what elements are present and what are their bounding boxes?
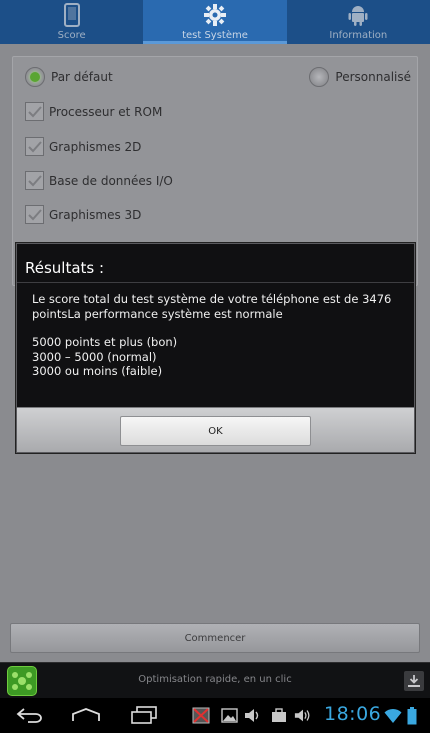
range-good: 5000 points et plus (bon) <box>32 335 178 349</box>
tab-label: Information <box>329 30 388 41</box>
app-logo-icon <box>7 666 37 696</box>
radio-default[interactable]: Par défaut <box>25 67 113 87</box>
ok-button[interactable]: OK <box>120 416 311 446</box>
briefcase-icon[interactable] <box>270 707 288 724</box>
recent-apps-icon[interactable] <box>126 702 162 728</box>
check-graphics-3d[interactable]: Graphismes 3D <box>25 205 141 224</box>
check-label: Base de données I/O <box>49 173 173 188</box>
results-dialog: Résultats : Le score total du test systè… <box>16 243 415 453</box>
phone-icon <box>60 3 84 27</box>
tab-label: Score <box>57 30 86 41</box>
ad-text: Optimisation rapide, en un clic <box>138 674 292 685</box>
battery-icon[interactable] <box>406 706 418 724</box>
check-processor-rom[interactable]: Processeur et ROM <box>25 102 162 121</box>
dialog-divider <box>17 282 414 283</box>
radio-selected-icon <box>25 67 45 87</box>
radio-custom-label: Personnalisé <box>335 70 411 84</box>
range-normal: 3000 – 5000 (normal) <box>32 349 157 364</box>
mode-radio-group: Par défaut Personnalisé <box>25 67 411 91</box>
check-database-io[interactable]: Base de données I/O <box>25 171 173 190</box>
home-icon[interactable] <box>68 702 104 728</box>
range-weak: 3000 ou moins (faible) <box>32 364 163 378</box>
checkmark-icon <box>25 171 44 190</box>
system-bar: 18:06 <box>0 698 430 733</box>
speaker-icon[interactable] <box>244 707 262 724</box>
volume-icon[interactable] <box>294 707 312 724</box>
checkmark-icon <box>25 205 44 224</box>
ad-banner[interactable]: Optimisation rapide, en un clic <box>0 662 430 698</box>
image-icon[interactable] <box>220 707 238 724</box>
check-label: Graphismes 3D <box>49 207 142 222</box>
dialog-footer: OK <box>17 407 414 452</box>
gear-icon <box>203 3 227 27</box>
dialog-message: Le score total du test système de votre … <box>32 292 404 379</box>
check-label: Graphismes 2D <box>49 139 142 154</box>
download-icon[interactable] <box>404 671 424 691</box>
clock[interactable]: 18:06 <box>324 703 381 725</box>
android-icon <box>346 3 370 27</box>
tab-bar: Score test Système Information <box>0 0 430 44</box>
checkmark-icon <box>25 102 44 121</box>
dialog-title: Résultats : <box>25 259 105 277</box>
tab-test-systeme[interactable]: test Système <box>143 0 287 44</box>
tab-score[interactable]: Score <box>0 0 143 44</box>
radio-unselected-icon <box>309 67 330 87</box>
checkmark-icon <box>25 137 44 156</box>
notification-blocked-icon[interactable] <box>192 707 210 724</box>
tab-label: test Système <box>182 30 248 41</box>
radio-default-label: Par défaut <box>51 70 113 84</box>
radio-custom[interactable]: Personnalisé <box>309 67 411 87</box>
tab-information[interactable]: Information <box>287 0 430 44</box>
start-button[interactable]: Commencer <box>10 623 420 653</box>
wifi-icon[interactable] <box>384 707 402 724</box>
score-message: Le score total du test système de votre … <box>32 292 392 321</box>
check-graphics-2d[interactable]: Graphismes 2D <box>25 137 141 156</box>
back-icon[interactable] <box>12 702 48 728</box>
check-label: Processeur et ROM <box>49 104 163 119</box>
